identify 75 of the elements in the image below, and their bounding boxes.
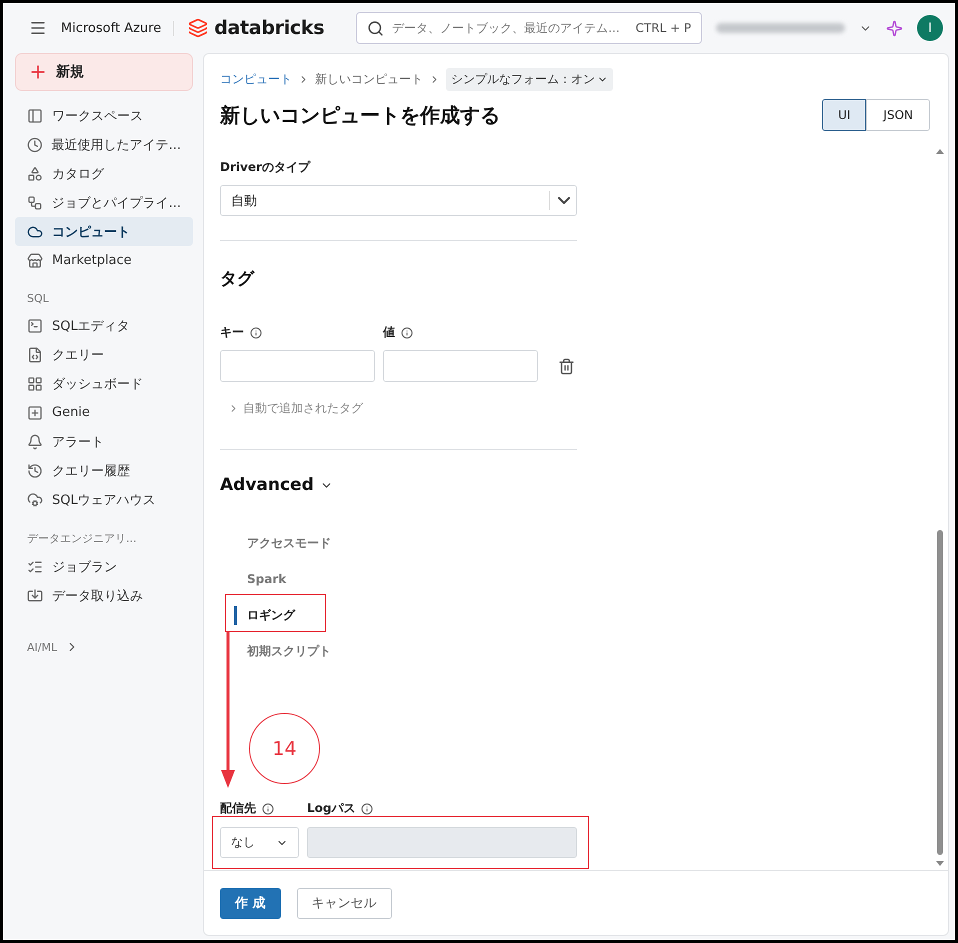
advanced-nav-item[interactable]: ロギング <box>226 597 577 633</box>
sidebar-item[interactable]: ジョブラン <box>15 552 193 581</box>
advanced-nav-item[interactable]: Spark <box>226 561 577 597</box>
sidebar-item[interactable]: Genie <box>15 398 193 427</box>
auto-tags-toggle[interactable]: 自動で追加されたタグ <box>220 400 577 417</box>
form-mode-dropdown[interactable]: シンプルなフォーム：オン <box>446 68 613 91</box>
sidebar-item[interactable]: SQLエディタ <box>15 311 193 340</box>
menu-icon[interactable] <box>29 19 47 37</box>
workflow-icon <box>27 194 43 210</box>
search-icon <box>367 20 384 36</box>
sidebar-item[interactable]: Marketplace <box>15 246 193 275</box>
trash-icon[interactable] <box>558 358 575 374</box>
checklist-icon <box>27 558 43 574</box>
info-icon <box>262 802 274 814</box>
info-icon <box>361 802 374 814</box>
field-label: Driverのタイプ <box>220 159 312 176</box>
new-button[interactable]: 新規 <box>15 53 193 91</box>
view-toggle-button[interactable]: JSON <box>866 99 930 131</box>
sidebar-item[interactable]: ジョブとパイプライ... <box>15 188 193 217</box>
sparkle-icon[interactable] <box>886 20 904 36</box>
scroll-up-arrow-icon[interactable] <box>936 149 944 154</box>
sidebar-item[interactable]: コンピュート <box>15 217 193 246</box>
info-icon <box>250 326 262 338</box>
breadcrumb-text: 新しいコンピュート <box>315 71 423 88</box>
shapes-icon <box>27 166 43 182</box>
section-title: タグ <box>220 268 256 290</box>
logo-text: databricks <box>214 17 324 39</box>
sidebar-item[interactable]: ダッシュボード <box>15 369 193 398</box>
step-number-circle: 14 <box>249 713 320 784</box>
grid-icon <box>27 376 43 392</box>
history-icon <box>27 462 43 478</box>
field-label: キー <box>220 324 244 341</box>
cancel-button[interactable]: キャンセル <box>296 888 392 918</box>
breadcrumb-link[interactable]: コンピュート <box>220 71 292 88</box>
panel-icon <box>27 108 43 124</box>
sidebar-item[interactable]: 最近使用したアイテ... <box>15 130 193 159</box>
sidebar-item[interactable]: ワークスペース <box>15 101 193 130</box>
page-title: 新しいコンピュートを作成する <box>220 102 500 128</box>
section-title: Advanced <box>220 475 314 495</box>
driver-type-select[interactable]: 自動 <box>220 185 577 216</box>
tag-key-field[interactable] <box>220 350 375 382</box>
import-icon <box>27 588 43 604</box>
field-label: 値 <box>383 324 395 341</box>
brand-name: Microsoft Azure <box>60 20 174 36</box>
tag-value-field[interactable] <box>383 350 538 382</box>
stacked-layers-icon <box>188 18 208 38</box>
sidebar-item[interactable]: クエリー <box>15 340 193 369</box>
field-label: 配信先 <box>220 800 256 817</box>
sidebar-item[interactable]: クエリー履歴 <box>15 456 193 485</box>
cloud-gear-icon <box>27 492 43 508</box>
user-avatar[interactable]: I <box>917 15 944 41</box>
field-label: Logパス <box>307 800 356 817</box>
info-icon <box>401 326 413 338</box>
clock-icon <box>27 136 43 152</box>
code-file-icon <box>27 346 43 362</box>
terminal-icon <box>27 318 43 334</box>
sidebar-item[interactable]: データ取り込み <box>15 581 193 610</box>
advanced-nav-item[interactable]: アクセスモード <box>226 525 577 561</box>
sidebar-item[interactable]: カタログ <box>15 159 193 188</box>
destination-select[interactable]: なし <box>220 827 299 858</box>
section-heading: SQL <box>26 291 50 307</box>
advanced-nav-item[interactable]: 初期スクリプト <box>226 633 577 669</box>
section-heading: データエンジニアリ... <box>26 531 138 547</box>
sidebar-item[interactable]: SQLウェアハウス <box>15 485 193 514</box>
create-button[interactable]: 作 成 <box>220 888 281 918</box>
sidebar-item[interactable]: アラート <box>15 427 193 456</box>
cloud-icon <box>27 224 43 240</box>
view-toggle-button[interactable]: UI <box>822 99 866 131</box>
store-icon <box>27 252 43 268</box>
scroll-down-arrow-icon[interactable] <box>936 861 944 866</box>
sparkle-square-icon <box>27 404 43 420</box>
bell-icon <box>27 434 43 450</box>
search-field[interactable]: データ、ノートブック、最近のアイテム... CTRL + P <box>356 12 702 44</box>
section-heading[interactable]: AI/ML <box>27 640 58 654</box>
chevron-down-icon <box>558 197 570 204</box>
